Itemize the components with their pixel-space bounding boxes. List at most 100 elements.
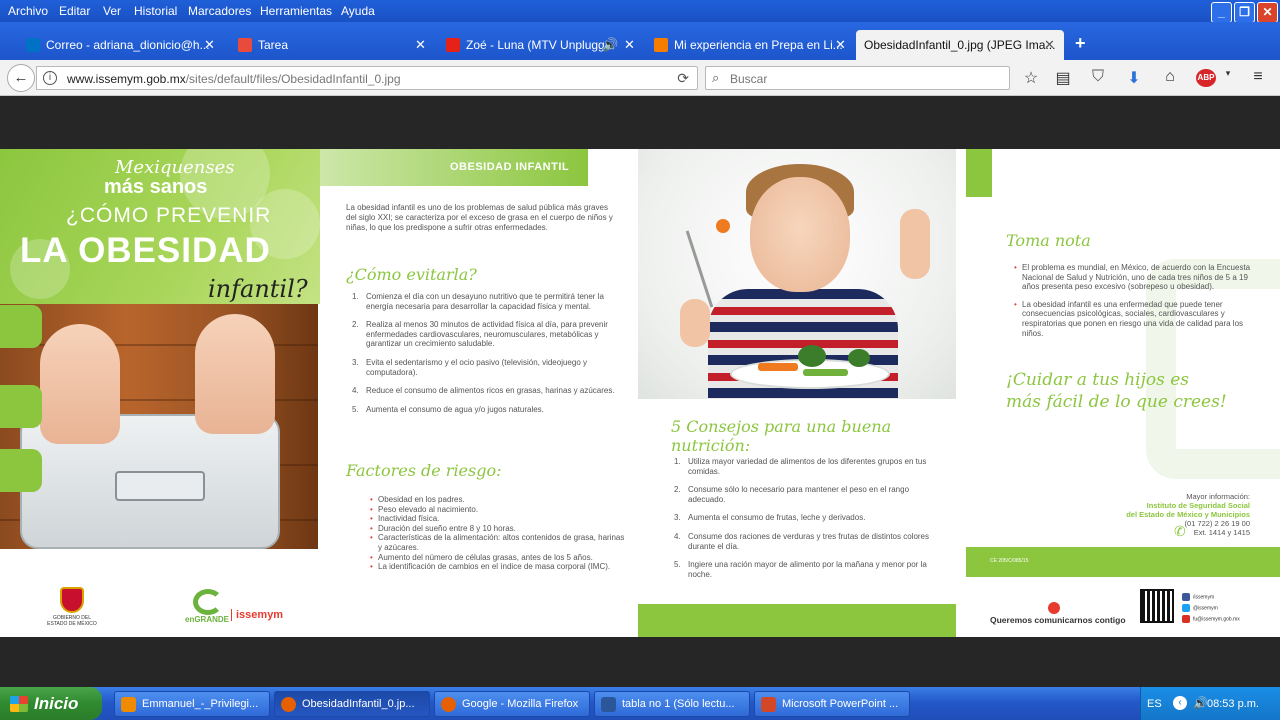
maximize-button[interactable]: ❐ — [1234, 2, 1255, 23]
taskbar-item-powerpoint[interactable]: Microsoft PowerPoint ... — [754, 691, 910, 717]
menu-ayuda[interactable]: Ayuda — [341, 4, 375, 18]
taskbar-label: Microsoft PowerPoint ... — [782, 698, 899, 710]
issemym-text: issemym — [231, 609, 283, 621]
list-item: 4. Consume dos raciones de verduras y tre… — [674, 531, 930, 551]
taskbar-item-firefox-image[interactable]: ObesidadInfantil_0.jp... — [274, 691, 430, 717]
taskbar-item-firefox-google[interactable]: Google - Mozilla Firefox — [434, 691, 590, 717]
start-label: Inicio — [34, 694, 79, 713]
drive-icon — [238, 38, 252, 52]
home-icon[interactable]: ⌂ — [1160, 68, 1180, 88]
slogan: ¡Cuidar a tus hijos es más fácil de lo q… — [1006, 369, 1266, 413]
menu-archivo[interactable]: Archivo — [8, 4, 48, 18]
language-indicator[interactable]: ES — [1147, 698, 1162, 710]
tab-obesidad-infantil[interactable]: ObesidadInfantil_0.jpg (JPEG Ima... ✕ — [856, 30, 1064, 60]
close-icon[interactable]: ✕ — [415, 37, 426, 53]
nutrition-tips-list: 1. Utiliza mayor variedad de alimentos de… — [668, 457, 940, 579]
minimize-button[interactable]: _ — [1211, 2, 1232, 23]
boy-face — [750, 177, 850, 292]
email-icon — [1182, 615, 1190, 623]
navigation-bar: ← i www.issemym.gob.mx/sites/default/fil… — [0, 60, 1280, 96]
list-item: Inactividad física. — [370, 514, 625, 524]
windows-logo-icon — [10, 696, 28, 712]
tab-zoe-luna[interactable]: Zoé - Luna (MTV Unplugg... 🔊 ✕ — [436, 30, 641, 60]
menu-historial[interactable]: Historial — [134, 4, 177, 18]
nutrition-panel: 5 Consejos para una buena nutrición: 1. U… — [638, 149, 956, 637]
list-item: 5. Ingiere una ración mayor de alimento p… — [674, 560, 927, 579]
engrande-text: enGRANDE — [185, 615, 230, 624]
volume-icon[interactable]: 🔊 — [1193, 696, 1208, 710]
fork — [685, 230, 714, 308]
contact-slogan: Queremos comunicarnos contigo — [990, 615, 1126, 625]
document-code: CE 205/C/085/15 — [990, 558, 1029, 564]
close-icon[interactable]: ✕ — [835, 37, 846, 53]
close-icon[interactable]: ✕ — [204, 37, 215, 53]
green-tab — [0, 305, 42, 348]
list-item: 5. Aumenta el consumo de agua y/o jugos n… — [352, 404, 544, 414]
search-placeholder: Buscar — [730, 72, 768, 86]
adblock-icon[interactable]: ABP — [1196, 69, 1216, 87]
start-button[interactable]: Inicio — [0, 687, 102, 720]
list-item: 3. Aumenta el consumo de frutas, leche y … — [674, 513, 866, 523]
qr-code — [1140, 589, 1174, 623]
tab-bar: Correo - adriana_dionicio@h... ✕ Tarea ✕… — [0, 22, 1280, 60]
info-icon[interactable]: i — [43, 71, 57, 85]
tab-tarea[interactable]: Tarea ✕ — [228, 30, 433, 60]
clock[interactable]: 08:53 p.m. — [1207, 698, 1259, 710]
back-button[interactable]: ← — [7, 64, 35, 92]
list-item: La obesidad infantil es una enfermedad q… — [1014, 300, 1259, 338]
list-item: 1. Comienza el día con un desayuno nutrit… — [352, 292, 604, 311]
close-icon[interactable]: ✕ — [624, 37, 635, 53]
green-footer-bar — [638, 604, 956, 637]
shield-icon — [60, 587, 84, 613]
tab-mi-experiencia[interactable]: Mi experiencia en Prepa en Li... ✕ — [644, 30, 854, 60]
search-input[interactable]: ⌕ Buscar — [705, 66, 1010, 90]
cover-mas-sanos: más sanos — [104, 176, 208, 198]
facebook-link: /issemym — [1182, 593, 1214, 601]
brochure-image: Mexiquenses más sanos ¿CÓMO PREVENIR LA … — [0, 149, 1280, 637]
taskbar-label: ObesidadInfantil_0.jp... — [302, 698, 415, 710]
menu-ver[interactable]: Ver — [103, 4, 121, 18]
contact-info: Mayor información: Instituto de Segurida… — [1126, 492, 1250, 537]
phone-icon: ✆ — [1174, 523, 1186, 539]
tab-label: ObesidadInfantil_0.jpg (JPEG Ima... — [864, 38, 1056, 52]
search-icon: ⌕ — [712, 70, 720, 85]
tab-label: Tarea — [258, 38, 289, 52]
intro-text: La obesidad infantil es uno de los probl… — [346, 203, 613, 232]
institute-name-2: del Estado de México y Municipios — [1126, 510, 1250, 519]
reading-list-icon[interactable]: ▤ — [1053, 68, 1073, 88]
reload-icon[interactable]: ⟳ — [677, 70, 689, 87]
chevron-down-icon[interactable]: ▾ — [1218, 68, 1238, 88]
tab-correo[interactable]: Correo - adriana_dionicio@h... ✕ — [0, 30, 225, 60]
pocket-icon[interactable]: ⛉ — [1088, 68, 1108, 88]
raised-fist — [900, 209, 930, 279]
new-tab-button[interactable]: + — [1075, 33, 1086, 54]
url-bar[interactable]: i www.issemym.gob.mx/sites/default/files… — [36, 66, 698, 90]
edomex-logo: GOBIERNO DEL ESTADO DE MÉXICO — [44, 587, 100, 627]
facebook-icon — [1182, 593, 1190, 601]
menu-herramientas[interactable]: Herramientas — [260, 4, 332, 18]
toma-nota-panel: Toma nota El problema es mundial, en Méx… — [956, 149, 1280, 637]
taskbar-item-vlc[interactable]: Emmanuel_-_Privilegi... — [114, 691, 270, 717]
close-window-button[interactable]: ✕ — [1257, 2, 1278, 23]
download-icon[interactable]: ⬇ — [1124, 68, 1144, 88]
green-strip: CE 205/C/085/15 — [966, 547, 1280, 577]
broccoli — [798, 345, 826, 367]
scale-photo — [0, 304, 318, 549]
taskbar-item-word[interactable]: tabla no 1 (Sólo lectu... — [594, 691, 750, 717]
windows-taskbar: Inicio Emmanuel_-_Privilegi... ObesidadI… — [0, 687, 1280, 720]
bookmark-star-icon[interactable]: ☆ — [1021, 68, 1041, 88]
tab-label: Mi experiencia en Prepa en Li... — [674, 38, 843, 52]
speaker-icon[interactable]: 🔊 — [602, 37, 618, 53]
scale-display — [115, 471, 205, 501]
close-icon[interactable]: ✕ — [1044, 37, 1055, 53]
show-hidden-icons-icon[interactable]: ‹ — [1173, 696, 1187, 710]
list-item: Obesidad en los padres. — [370, 495, 625, 505]
outlook-icon — [26, 38, 40, 52]
image-viewer: Mexiquenses más sanos ¿CÓMO PREVENIR LA … — [0, 97, 1280, 687]
cover-como-prevenir: ¿CÓMO PREVENIR — [66, 204, 272, 227]
menu-editar[interactable]: Editar — [59, 4, 90, 18]
green-tab — [0, 385, 42, 428]
list-item: 1. Utiliza mayor variedad de alimentos de… — [674, 457, 927, 476]
menu-icon[interactable]: ≡ — [1248, 68, 1268, 88]
menu-marcadores[interactable]: Marcadores — [188, 4, 251, 18]
